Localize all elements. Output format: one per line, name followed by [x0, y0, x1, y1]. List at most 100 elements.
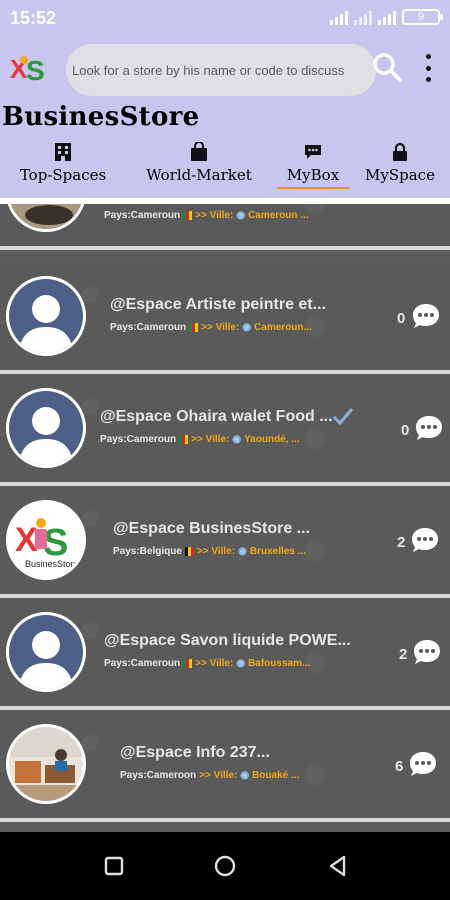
store-country: Pays:Cameroun [104, 658, 181, 669]
store-country: Pays:Cameroun [110, 322, 187, 333]
store-country: Pays:Belgique [113, 546, 182, 557]
app-header: X S BusinesStore Top-Spaces World-Market [0, 36, 450, 198]
list-item[interactable]: Pays:Cameroun >> Ville: ◉ Cameroun ... [0, 204, 450, 250]
location-icon: ◉ [236, 658, 246, 669]
store-city: Bruxelles ... [249, 546, 306, 557]
chat-icon[interactable] [410, 526, 440, 554]
location-icon: ◉ [240, 770, 250, 781]
battery-level: 9 [417, 11, 425, 23]
list-item[interactable]: @Espace Ohaira walet Food ... Pays:Camer… [0, 374, 450, 486]
store-city-label: >> Ville: [199, 770, 238, 781]
verified-check-icon [332, 408, 354, 426]
chat-icon[interactable] [412, 638, 442, 666]
store-country: Pays:Cameroun [100, 434, 177, 445]
location-icon: ◉ [242, 322, 252, 333]
store-name: @Espace Artiste peintre et... [110, 296, 326, 313]
store-meta: Pays:Cameroun >> Ville: ◉ Yaoundé, ... [100, 434, 300, 445]
store-list: Pays:Cameroun >> Ville: ◉ Cameroun ... @… [0, 204, 450, 832]
store-avatar [6, 612, 86, 692]
default-avatar-icon [9, 279, 83, 353]
store-avatar [6, 204, 86, 232]
store-name: @Espace BusinesStore ... [113, 520, 311, 537]
status-time: 15:52 [10, 8, 57, 28]
active-tab-indicator [277, 187, 349, 189]
store-city: Cameroun... [254, 322, 312, 333]
store-city-label: >> Ville: [191, 434, 230, 445]
office-photo-icon [9, 727, 83, 801]
signal-icon [330, 9, 348, 25]
flag-icon [184, 547, 194, 556]
businesstore-logo-icon: X S BusinesStore [9, 503, 83, 577]
message-count: 2 [399, 646, 408, 663]
search-input[interactable] [72, 62, 376, 78]
tab-top-spaces[interactable]: Top-Spaces [18, 140, 108, 198]
photo-avatar-icon [9, 204, 83, 229]
back-icon[interactable] [326, 854, 350, 878]
data-signal-icon [354, 9, 372, 25]
home-icon[interactable] [213, 854, 237, 878]
store-name: @Espace Savon liquide POWE... [104, 632, 351, 649]
signal-icon-2 [378, 9, 396, 25]
store-city: Bouaké ... [252, 770, 300, 781]
tab-myspace[interactable]: MySpace [364, 140, 436, 198]
store-name: @Espace Info 237... [120, 744, 270, 761]
search-icon[interactable] [372, 52, 402, 82]
store-avatar [6, 724, 86, 804]
flag-icon [183, 659, 193, 668]
svg-text:S: S [26, 55, 45, 86]
svg-text:BusinesStore: BusinesStore [25, 559, 79, 569]
tab-label: World-Market [146, 166, 252, 184]
store-meta: Pays:Cameroun >> Ville: ◉ Bafoussam... [104, 658, 310, 669]
store-meta: Pays:Belgique >> Ville: ◉ Bruxelles ... [113, 546, 306, 557]
store-meta: Pays:Cameroun >> Ville: ◉ Cameroun ... [104, 210, 309, 221]
app-logo-icon[interactable]: X S [8, 48, 50, 90]
flag-icon [189, 323, 199, 332]
store-meta: Pays:Cameroun >> Ville: ◉ Cameroun... [110, 322, 312, 333]
chat-icon[interactable] [414, 414, 444, 442]
location-icon: ◉ [236, 210, 246, 221]
default-avatar-icon [9, 615, 83, 689]
tab-label: MyBox [286, 166, 340, 184]
list-item[interactable]: X S BusinesStore @Espace BusinesStore ..… [0, 486, 450, 598]
app-title: BusinesStore [2, 102, 200, 132]
message-count: 0 [401, 422, 410, 439]
store-city: Bafoussam... [248, 658, 311, 669]
tab-label: MySpace [365, 166, 435, 184]
store-city-label: >> Ville: [195, 210, 234, 221]
store-city: Yaoundé, ... [244, 434, 300, 445]
chat-icon[interactable] [408, 750, 438, 778]
tab-mybox[interactable]: MyBox [276, 140, 350, 198]
store-country: Pays:Cameroun [104, 210, 181, 221]
store-avatar [6, 388, 86, 468]
list-item[interactable]: @Espace Info 237... Pays:Cameroon >> Vil… [0, 710, 450, 822]
message-count: 6 [395, 758, 404, 775]
search-bar[interactable] [66, 44, 376, 96]
store-country: Pays:Cameroon [120, 770, 197, 781]
location-icon: ◉ [238, 546, 247, 557]
store-avatar: X S BusinesStore [6, 500, 86, 580]
store-meta: Pays:Cameroon >> Ville: ◉ Bouaké ... [120, 770, 299, 781]
status-icons: 9 [330, 9, 443, 25]
lock-icon [393, 142, 407, 161]
store-city-label: >> Ville: [196, 546, 236, 557]
more-options-icon[interactable] [422, 54, 434, 82]
battery-icon: 9 [402, 9, 443, 25]
shopping-bag-icon [191, 142, 207, 161]
system-nav-bar [0, 832, 450, 900]
tab-label: Top-Spaces [19, 166, 107, 184]
location-icon: ◉ [232, 434, 242, 445]
default-avatar-icon [9, 391, 83, 465]
list-item[interactable]: @Espace Artiste peintre et... Pays:Camer… [0, 262, 450, 374]
tab-bar: Top-Spaces World-Market MyBox MySpace [0, 140, 450, 198]
recent-apps-icon[interactable] [102, 854, 126, 878]
store-avatar [6, 276, 86, 356]
store-city-label: >> Ville: [195, 658, 234, 669]
store-city-label: >> Ville: [201, 322, 240, 333]
chat-icon[interactable] [411, 302, 441, 330]
list-item[interactable]: @Espace Savon liquide POWE... Pays:Camer… [0, 598, 450, 710]
building-icon [55, 143, 71, 161]
flag-icon [183, 211, 193, 220]
tab-world-market[interactable]: World-Market [142, 140, 256, 198]
store-city: Cameroun ... [248, 210, 309, 221]
chat-bubble-icon [305, 145, 321, 159]
